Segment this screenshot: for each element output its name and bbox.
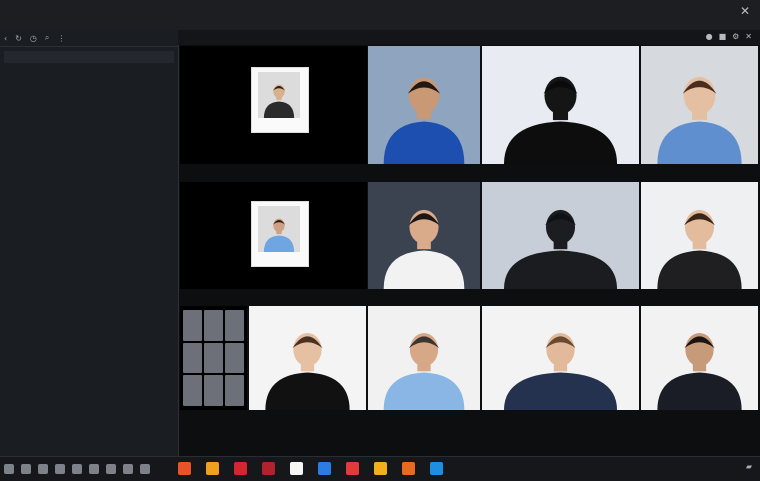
window-close-icon[interactable]: ✕: [740, 4, 750, 18]
video-tile[interactable]: [641, 46, 758, 164]
clock-icon[interactable]: ◷: [30, 34, 37, 43]
taskbar-small-icon[interactable]: [4, 464, 14, 474]
folder-app-icon[interactable]: [374, 462, 387, 475]
mini-tile: [183, 375, 202, 406]
settings-icon[interactable]: ⚙: [732, 32, 739, 41]
mini-tile: [204, 310, 223, 341]
taskbar-small-icon[interactable]: [38, 464, 48, 474]
video-tile[interactable]: [482, 306, 639, 410]
mini-tile: [183, 310, 202, 341]
taskbar-small-icon[interactable]: [55, 464, 65, 474]
mini-tile: [204, 342, 223, 374]
mini-tile: [183, 342, 202, 374]
video-tile[interactable]: [482, 182, 639, 289]
meeting-header: ● ■ ⚙ ✕: [178, 30, 760, 45]
office-app-icon[interactable]: [206, 462, 219, 475]
mini-tile: [225, 375, 244, 406]
participant-video: [383, 333, 465, 410]
refresh-icon[interactable]: ↻: [15, 34, 22, 43]
mic-icon[interactable]: ●: [706, 32, 713, 41]
title-bar: ✕: [0, 0, 760, 31]
participant-video: [657, 209, 742, 289]
video-tile[interactable]: [368, 46, 480, 164]
media-app-icon[interactable]: [178, 462, 191, 475]
close-icon[interactable]: ✕: [745, 32, 752, 41]
video-tile[interactable]: [368, 306, 480, 410]
network-icon[interactable]: ▰: [746, 462, 752, 471]
browser-app-icon[interactable]: [430, 462, 443, 475]
participant-video: [263, 84, 295, 119]
taskbar-small-icon[interactable]: [123, 464, 133, 474]
system-tray: ▰: [746, 462, 752, 471]
mini-gallery: [183, 310, 244, 406]
sidebar-toolbar: ‹ ↻ ◷ ⌕ ⋮: [0, 30, 178, 47]
video-tile[interactable]: [641, 182, 758, 289]
participant-video: [383, 77, 465, 164]
taskbar: ▰: [0, 456, 760, 481]
video-app-icon[interactable]: [262, 462, 275, 475]
mail-app-icon[interactable]: [318, 462, 331, 475]
participant-card: [251, 67, 310, 134]
participant-silhouette: [503, 76, 618, 164]
menu-bar: [0, 18, 6, 30]
participant-card: [251, 201, 310, 268]
video-tile[interactable]: [482, 46, 639, 164]
participant-video: [503, 333, 618, 410]
mini-tile: [225, 310, 244, 341]
pdf-app-icon[interactable]: [234, 462, 247, 475]
participant-silhouette: [503, 209, 618, 289]
participant-video: [657, 76, 742, 164]
taskbar-spacer: [157, 462, 171, 475]
meeting-controls: ● ■ ⚙ ✕: [706, 32, 752, 41]
video-tile[interactable]: [641, 306, 758, 410]
video-tile[interactable]: [180, 306, 247, 410]
participant-video: [657, 333, 742, 410]
taskbar-icons: [4, 462, 451, 475]
participant-photo: [258, 72, 301, 119]
sidebar-search-input[interactable]: [4, 51, 174, 63]
participant-video: [263, 218, 295, 253]
taskbar-small-icon[interactable]: [106, 464, 116, 474]
mini-tile: [225, 342, 244, 374]
calendar-app-icon[interactable]: [346, 462, 359, 475]
camera-icon[interactable]: ■: [719, 32, 727, 41]
mini-tile: [204, 375, 223, 406]
taskbar-small-icon[interactable]: [89, 464, 99, 474]
taskbar-small-icon[interactable]: [72, 464, 82, 474]
more-icon[interactable]: ⋮: [57, 34, 65, 43]
video-tile[interactable]: [249, 306, 366, 410]
video-tile[interactable]: [368, 182, 480, 289]
participant-video: [383, 209, 465, 289]
back-icon[interactable]: ‹: [4, 34, 7, 43]
video-tile[interactable]: [180, 46, 367, 164]
participant-photo: [258, 206, 301, 253]
video-tile[interactable]: [180, 182, 367, 289]
slides-app-icon[interactable]: [402, 462, 415, 475]
taskbar-small-icon[interactable]: [21, 464, 31, 474]
taskbar-small-icon[interactable]: [140, 464, 150, 474]
participant-video: [265, 333, 350, 410]
notes-app-icon[interactable]: [290, 462, 303, 475]
participants-sidebar: ‹ ↻ ◷ ⌕ ⋮: [0, 30, 179, 456]
search-icon[interactable]: ⌕: [45, 33, 49, 43]
